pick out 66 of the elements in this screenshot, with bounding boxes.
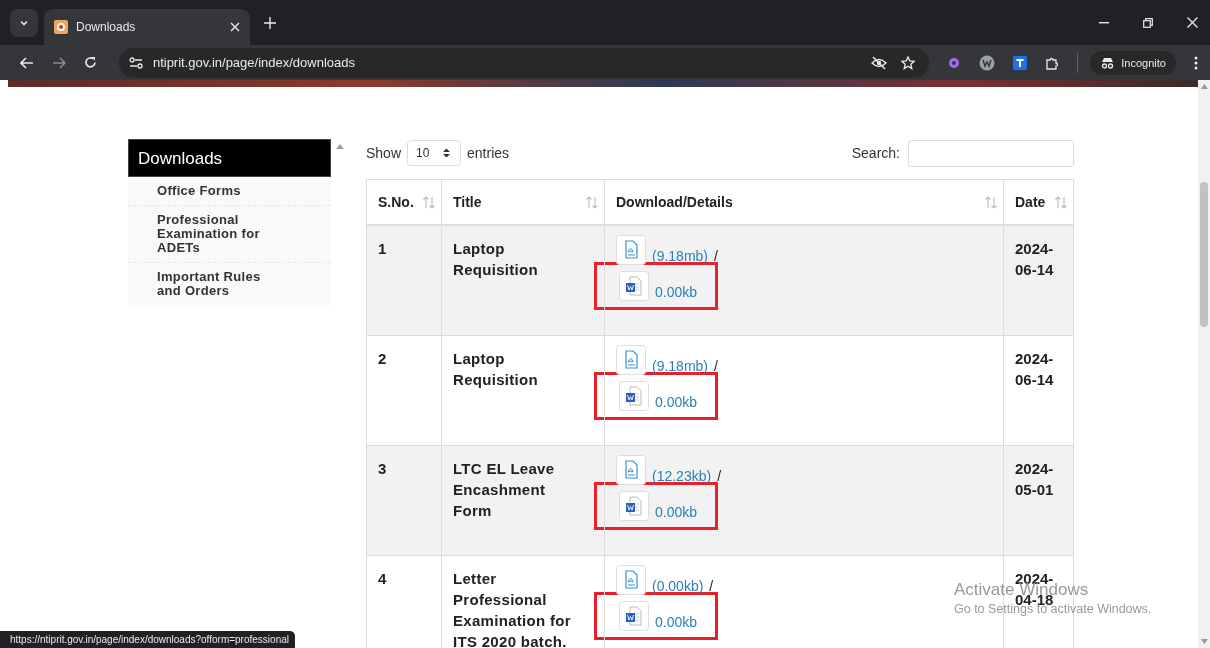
table-cell: 3 xyxy=(366,445,442,556)
separator-text: / xyxy=(714,247,718,265)
restore-icon[interactable] xyxy=(1143,17,1153,28)
scrollbar-thumb[interactable] xyxy=(1200,182,1208,327)
sidebar-item[interactable]: Professional Examination for ADETs xyxy=(128,206,331,263)
spinner-arrows-icon xyxy=(443,148,451,158)
puzzle-icon[interactable] xyxy=(1045,55,1060,70)
separator-text: / xyxy=(709,577,714,595)
eye-slash-icon[interactable] xyxy=(871,55,888,70)
tab-title: Downloads xyxy=(76,20,137,34)
extension-icon[interactable] xyxy=(1013,55,1028,70)
show-label: Show xyxy=(366,145,402,161)
incognito-profile-button[interactable]: Incognito xyxy=(1090,50,1176,75)
pdf-size-link[interactable]: (0.00kb) xyxy=(652,577,704,595)
entries-label: entries xyxy=(467,145,510,161)
word-file-icon[interactable] xyxy=(619,491,649,521)
word-size-link[interactable]: 0.00kb xyxy=(655,283,698,301)
table-cell: 2024-05-01 xyxy=(1003,445,1074,556)
reload-icon[interactable] xyxy=(83,56,97,69)
table-cell: 1 xyxy=(366,225,442,336)
sort-icon xyxy=(586,195,598,209)
sort-icon xyxy=(985,195,997,209)
page-size-select[interactable]: 10 xyxy=(407,140,462,166)
table-cell: 2024-06-14 xyxy=(1003,335,1074,446)
more-menu-icon[interactable] xyxy=(1193,55,1198,70)
pdf-size-link[interactable]: (9.18mb) xyxy=(652,357,709,375)
search-field[interactable] xyxy=(908,139,1074,167)
search-label: Search: xyxy=(851,145,900,161)
pdf-size-link[interactable]: (9.18mb) xyxy=(652,247,709,265)
sidebar-title: Downloads xyxy=(128,139,331,177)
word-size-link[interactable]: 0.00kb xyxy=(655,503,698,521)
word-size-link[interactable]: 0.00kb xyxy=(655,393,698,411)
site-settings-icon[interactable] xyxy=(128,56,143,69)
sort-icon xyxy=(423,195,435,209)
site-logo-icon xyxy=(54,20,68,34)
separator-text: / xyxy=(717,467,722,485)
close-icon[interactable] xyxy=(230,22,240,32)
table-cell: 2024-06-14 xyxy=(1003,225,1074,336)
link-status-tooltip: https://ntiprit.gov.in/page/index/downloads?ofform=professional xyxy=(0,631,295,648)
profile-label: Incognito xyxy=(1121,56,1166,69)
word-file-icon[interactable] xyxy=(619,271,649,301)
word-size-link[interactable]: 0.00kb xyxy=(655,613,698,631)
table-cell: Laptop Requisition xyxy=(441,335,605,446)
table-cell: 4 xyxy=(366,555,442,648)
sort-icon xyxy=(1055,195,1067,209)
minimize-icon[interactable] xyxy=(1099,21,1109,24)
star-icon[interactable] xyxy=(901,55,916,70)
url-text: ntiprit.gov.in/page/index/downloads xyxy=(152,55,356,70)
forward-arrow-icon[interactable] xyxy=(51,56,66,69)
scroll-up-icon[interactable] xyxy=(336,144,344,149)
word-file-icon[interactable] xyxy=(619,601,649,631)
separator-text: / xyxy=(714,357,718,375)
pdf-size-link[interactable]: (12.23kb) xyxy=(652,467,712,485)
new-tab-icon[interactable] xyxy=(264,16,276,29)
sidebar-item[interactable]: Office Forms xyxy=(128,177,331,206)
table-cell: LTC EL Leave Encashment Form xyxy=(441,445,605,556)
incognito-icon xyxy=(1100,56,1116,69)
table-cell: 2 xyxy=(366,335,442,446)
browser-tab[interactable]: Downloads xyxy=(44,9,250,45)
table-cell: Letter Professional Examination for ITS 2020 batch. xyxy=(441,555,605,648)
close-icon[interactable] xyxy=(1187,17,1198,28)
word-file-icon[interactable] xyxy=(619,381,649,411)
table-cell: Laptop Requisition xyxy=(441,225,605,336)
address-bar[interactable]: ntiprit.gov.in/page/index/downloads xyxy=(118,47,930,78)
sidebar-item[interactable]: Important Rules and Orders xyxy=(128,263,331,305)
back-arrow-icon[interactable] xyxy=(20,56,34,69)
